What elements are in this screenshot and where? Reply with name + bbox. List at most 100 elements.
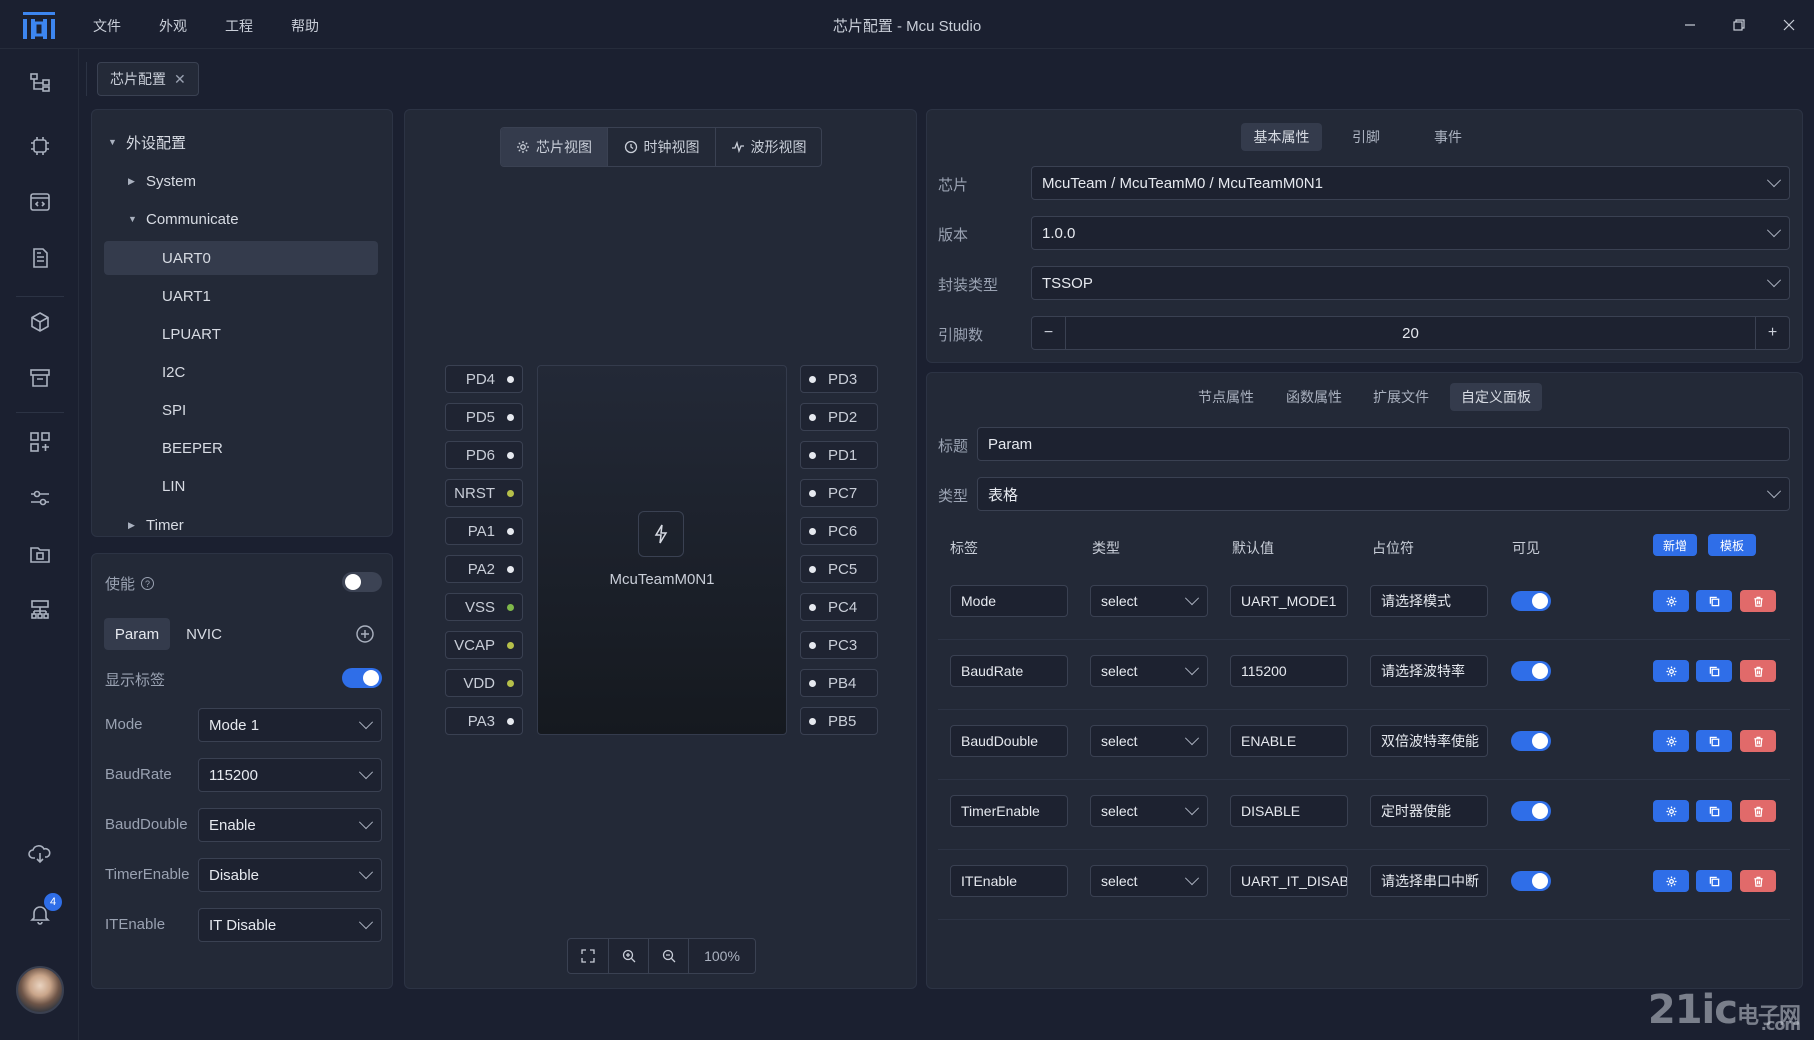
package-select[interactable]: TSSOP (1031, 266, 1790, 300)
pin-pb5[interactable]: PB5 (800, 707, 878, 735)
settings-button[interactable] (1653, 660, 1689, 682)
tab-basic-properties[interactable]: 基本属性 (1241, 123, 1322, 151)
show-label-toggle[interactable] (342, 668, 382, 688)
pin-nrst[interactable]: NRST (445, 479, 523, 507)
tree-item-communicate[interactable]: ▼ Communicate (128, 202, 378, 236)
chip-icon[interactable] (24, 130, 56, 162)
code-window-icon[interactable] (24, 186, 56, 218)
copy-button[interactable] (1696, 590, 1732, 612)
settings-button[interactable] (1653, 870, 1689, 892)
menu-help[interactable]: 帮助 (291, 16, 319, 36)
tab-nvic[interactable]: NVIC (176, 618, 232, 650)
delete-button[interactable] (1740, 660, 1776, 682)
pin-pd4[interactable]: PD4 (445, 365, 523, 393)
bauddouble-select[interactable]: Enable (198, 808, 382, 842)
menu-view[interactable]: 外观 (159, 16, 187, 36)
placeholder-input[interactable]: 请选择串口中断 (1370, 865, 1488, 897)
tab-extension-files[interactable]: 扩展文件 (1362, 383, 1440, 411)
fullscreen-icon[interactable] (568, 939, 608, 973)
default-value-input[interactable]: DISABLE (1230, 795, 1348, 827)
folder-chip-icon[interactable] (24, 538, 56, 570)
tab-chip-view[interactable]: 芯片视图 (501, 128, 607, 166)
label-input[interactable]: ITEnable (950, 865, 1068, 897)
tab-pins[interactable]: 引脚 (1330, 123, 1402, 151)
pin-pc4[interactable]: PC4 (800, 593, 878, 621)
pin-vcap[interactable]: VCAP (445, 631, 523, 659)
pin-pb4[interactable]: PB4 (800, 669, 878, 697)
chip-select[interactable]: McuTeam / McuTeamM0 / McuTeamM0N1 (1031, 166, 1790, 200)
title-input[interactable]: Param (977, 427, 1790, 461)
pin-vss[interactable]: VSS (445, 593, 523, 621)
zoom-in-icon[interactable] (608, 939, 648, 973)
placeholder-input[interactable]: 请选择模式 (1370, 585, 1488, 617)
visible-toggle[interactable] (1511, 731, 1551, 751)
sliders-icon[interactable] (24, 482, 56, 514)
close-window-button[interactable] (1776, 12, 1802, 38)
pin-pd3[interactable]: PD3 (800, 365, 878, 393)
pin-pc3[interactable]: PC3 (800, 631, 878, 659)
pin-pc6[interactable]: PC6 (800, 517, 878, 545)
cloud-download-icon[interactable] (24, 838, 56, 870)
default-value-input[interactable]: ENABLE (1230, 725, 1348, 757)
tree-item-beeper[interactable]: BEEPER (162, 431, 372, 465)
pin-pd5[interactable]: PD5 (445, 403, 523, 431)
type-select[interactable]: select (1090, 655, 1208, 687)
archive-icon[interactable] (24, 362, 56, 394)
document-icon[interactable] (24, 242, 56, 274)
itenable-select[interactable]: IT Disable (198, 908, 382, 942)
pin-pa1[interactable]: PA1 (445, 517, 523, 545)
timerenable-select[interactable]: Disable (198, 858, 382, 892)
tab-param[interactable]: Param (104, 618, 170, 650)
pin-pa3[interactable]: PA3 (445, 707, 523, 735)
default-value-input[interactable]: UART_MODE1 (1230, 585, 1348, 617)
tab-chip-config[interactable]: 芯片配置 ✕ (97, 62, 199, 96)
tree-item-uart0[interactable]: UART0 (104, 241, 378, 275)
default-value-input[interactable]: UART_IT_DISABLE (1230, 865, 1348, 897)
pin-pd1[interactable]: PD1 (800, 441, 878, 469)
visible-toggle[interactable] (1511, 801, 1551, 821)
delete-button[interactable] (1740, 800, 1776, 822)
settings-button[interactable] (1653, 590, 1689, 612)
tab-waveform-view[interactable]: 波形视图 (715, 128, 821, 166)
restore-button[interactable] (1726, 12, 1752, 38)
copy-button[interactable] (1696, 800, 1732, 822)
type-select[interactable]: select (1090, 725, 1208, 757)
settings-button[interactable] (1653, 800, 1689, 822)
label-input[interactable]: BaudRate (950, 655, 1068, 687)
tab-function-properties[interactable]: 函数属性 (1275, 383, 1353, 411)
visible-toggle[interactable] (1511, 871, 1551, 891)
label-input[interactable]: TimerEnable (950, 795, 1068, 827)
mode-select[interactable]: Mode 1 (198, 708, 382, 742)
tab-clock-view[interactable]: 时钟视图 (607, 128, 715, 166)
add-circle-icon[interactable] (356, 625, 374, 643)
template-button[interactable]: 模板 (1708, 534, 1756, 556)
flow-icon[interactable] (24, 66, 56, 98)
pin-pd6[interactable]: PD6 (445, 441, 523, 469)
cube-icon[interactable] (24, 306, 56, 338)
pin-pc5[interactable]: PC5 (800, 555, 878, 583)
type-select[interactable]: select (1090, 795, 1208, 827)
type-select[interactable]: select (1090, 585, 1208, 617)
copy-button[interactable] (1696, 730, 1732, 752)
default-value-input[interactable]: 115200 (1230, 655, 1348, 687)
tree-item-i2c[interactable]: I2C (162, 355, 372, 389)
tree-item-uart1[interactable]: UART1 (162, 279, 372, 313)
delete-button[interactable] (1740, 870, 1776, 892)
visible-toggle[interactable] (1511, 661, 1551, 681)
close-tab-icon[interactable]: ✕ (174, 71, 186, 88)
type-select[interactable]: select (1090, 865, 1208, 897)
increment-button[interactable]: + (1755, 317, 1789, 349)
tab-node-properties[interactable]: 节点属性 (1187, 383, 1265, 411)
tree-item-timer[interactable]: ▶ Timer (128, 508, 378, 542)
layout-icon[interactable] (24, 426, 56, 458)
copy-button[interactable] (1696, 870, 1732, 892)
pin-vdd[interactable]: VDD (445, 669, 523, 697)
help-icon[interactable]: ? (141, 577, 155, 590)
delete-button[interactable] (1740, 590, 1776, 612)
delete-button[interactable] (1740, 730, 1776, 752)
pin-pa2[interactable]: PA2 (445, 555, 523, 583)
zoom-out-icon[interactable] (648, 939, 688, 973)
pin-count-input[interactable]: 20 (1066, 317, 1755, 349)
decrement-button[interactable]: − (1032, 317, 1066, 349)
tab-events[interactable]: 事件 (1412, 123, 1484, 151)
